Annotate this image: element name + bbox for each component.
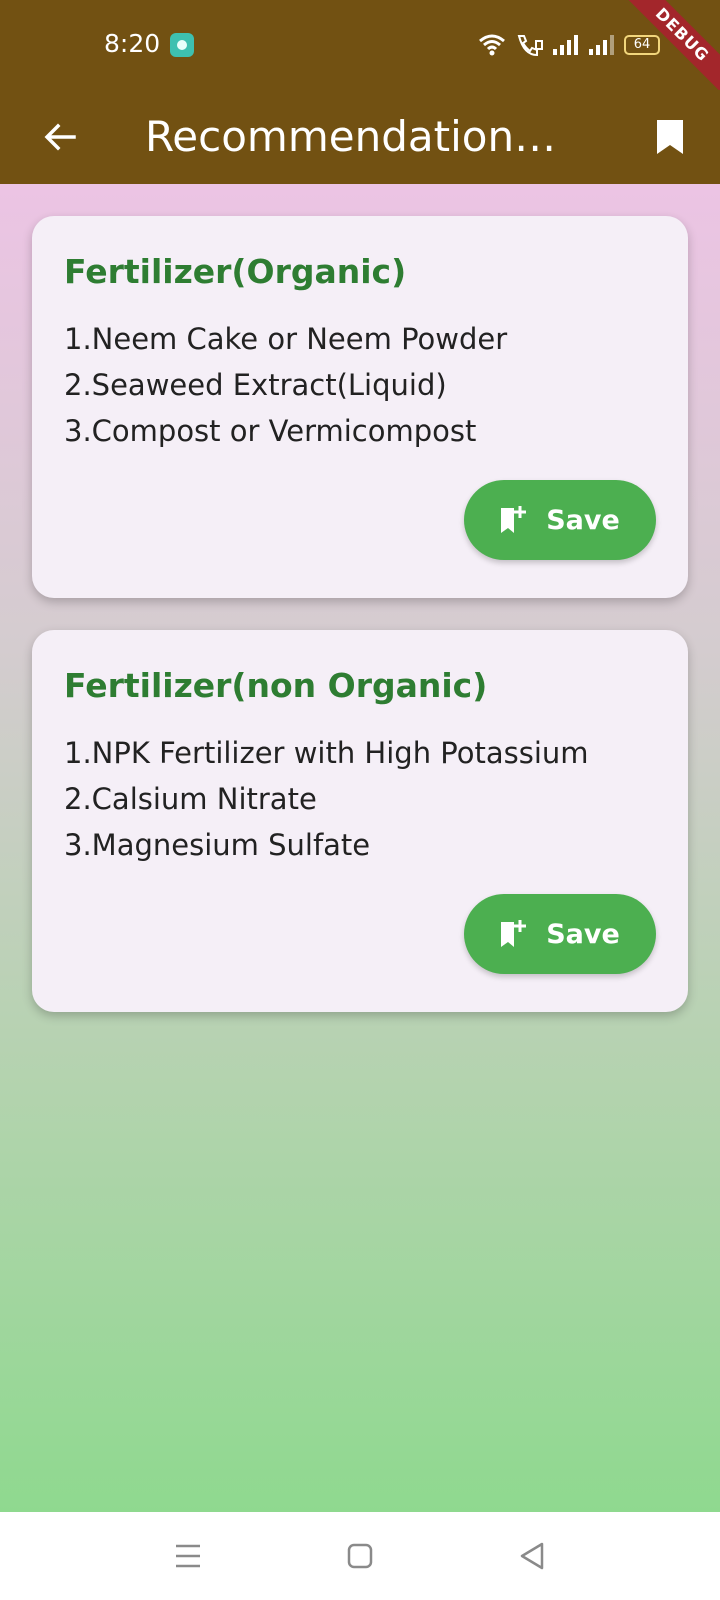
recommendation-card-organic: Fertilizer(Organic) 1.Neem Cake or Neem … [32, 216, 688, 598]
bookmarks-button[interactable] [640, 107, 700, 167]
list-item: 3.Magnesium Sulfate [64, 828, 371, 862]
battery-level: 64 [633, 37, 651, 52]
menu-icon [176, 1544, 200, 1568]
save-button[interactable]: Save [464, 894, 656, 974]
recommendation-card-non-organic: Fertilizer(non Organic) 1.NPK Fertilizer… [32, 630, 688, 1012]
card-title: Fertilizer(non Organic) [64, 666, 488, 705]
status-bar: 8:20 64 [0, 0, 720, 90]
list-item: 1.Neem Cake or Neem Powder [64, 322, 508, 356]
page-title: Recommendations for [145, 112, 575, 161]
home-square-icon [347, 1543, 373, 1569]
list-item: 2.Calsium Nitrate [64, 782, 317, 816]
arrow-back-icon [44, 123, 76, 151]
wifi-calling-icon [517, 35, 543, 57]
list-item: 1.NPK Fertilizer with High Potassium [64, 736, 589, 770]
save-button[interactable]: Save [464, 480, 656, 560]
status-time: 8:20 [104, 29, 161, 58]
list-item: 2.Seaweed Extract(Liquid) [64, 368, 447, 402]
system-back-button[interactable] [506, 1530, 558, 1582]
home-button[interactable] [334, 1530, 386, 1582]
fertilizer-list: 1.Neem Cake or Neem Powder 2.Seaweed Ext… [64, 316, 507, 454]
save-label: Save [546, 504, 620, 536]
signal-icon [553, 35, 578, 55]
app-notification-icon [170, 33, 194, 57]
system-nav-bar [0, 1512, 720, 1600]
wifi-icon [479, 34, 505, 56]
back-button[interactable] [30, 107, 90, 167]
bookmark-add-icon [501, 920, 527, 947]
back-triangle-icon [520, 1542, 544, 1570]
signal-icon [589, 35, 614, 55]
bookmark-add-icon [501, 506, 527, 533]
fertilizer-list: 1.NPK Fertilizer with High Potassium 2.C… [64, 730, 589, 868]
save-label: Save [546, 918, 620, 950]
recommendations-list: Fertilizer(Organic) 1.Neem Cake or Neem … [0, 184, 720, 1512]
list-item: 3.Compost or Vermicompost [64, 414, 477, 448]
bookmark-icon [657, 120, 683, 154]
card-title: Fertilizer(Organic) [64, 252, 407, 291]
battery-icon: 64 [624, 35, 660, 55]
app-bar: Recommendations for [0, 90, 720, 184]
status-icons: 64 [478, 30, 660, 60]
recent-apps-button[interactable] [162, 1530, 214, 1582]
